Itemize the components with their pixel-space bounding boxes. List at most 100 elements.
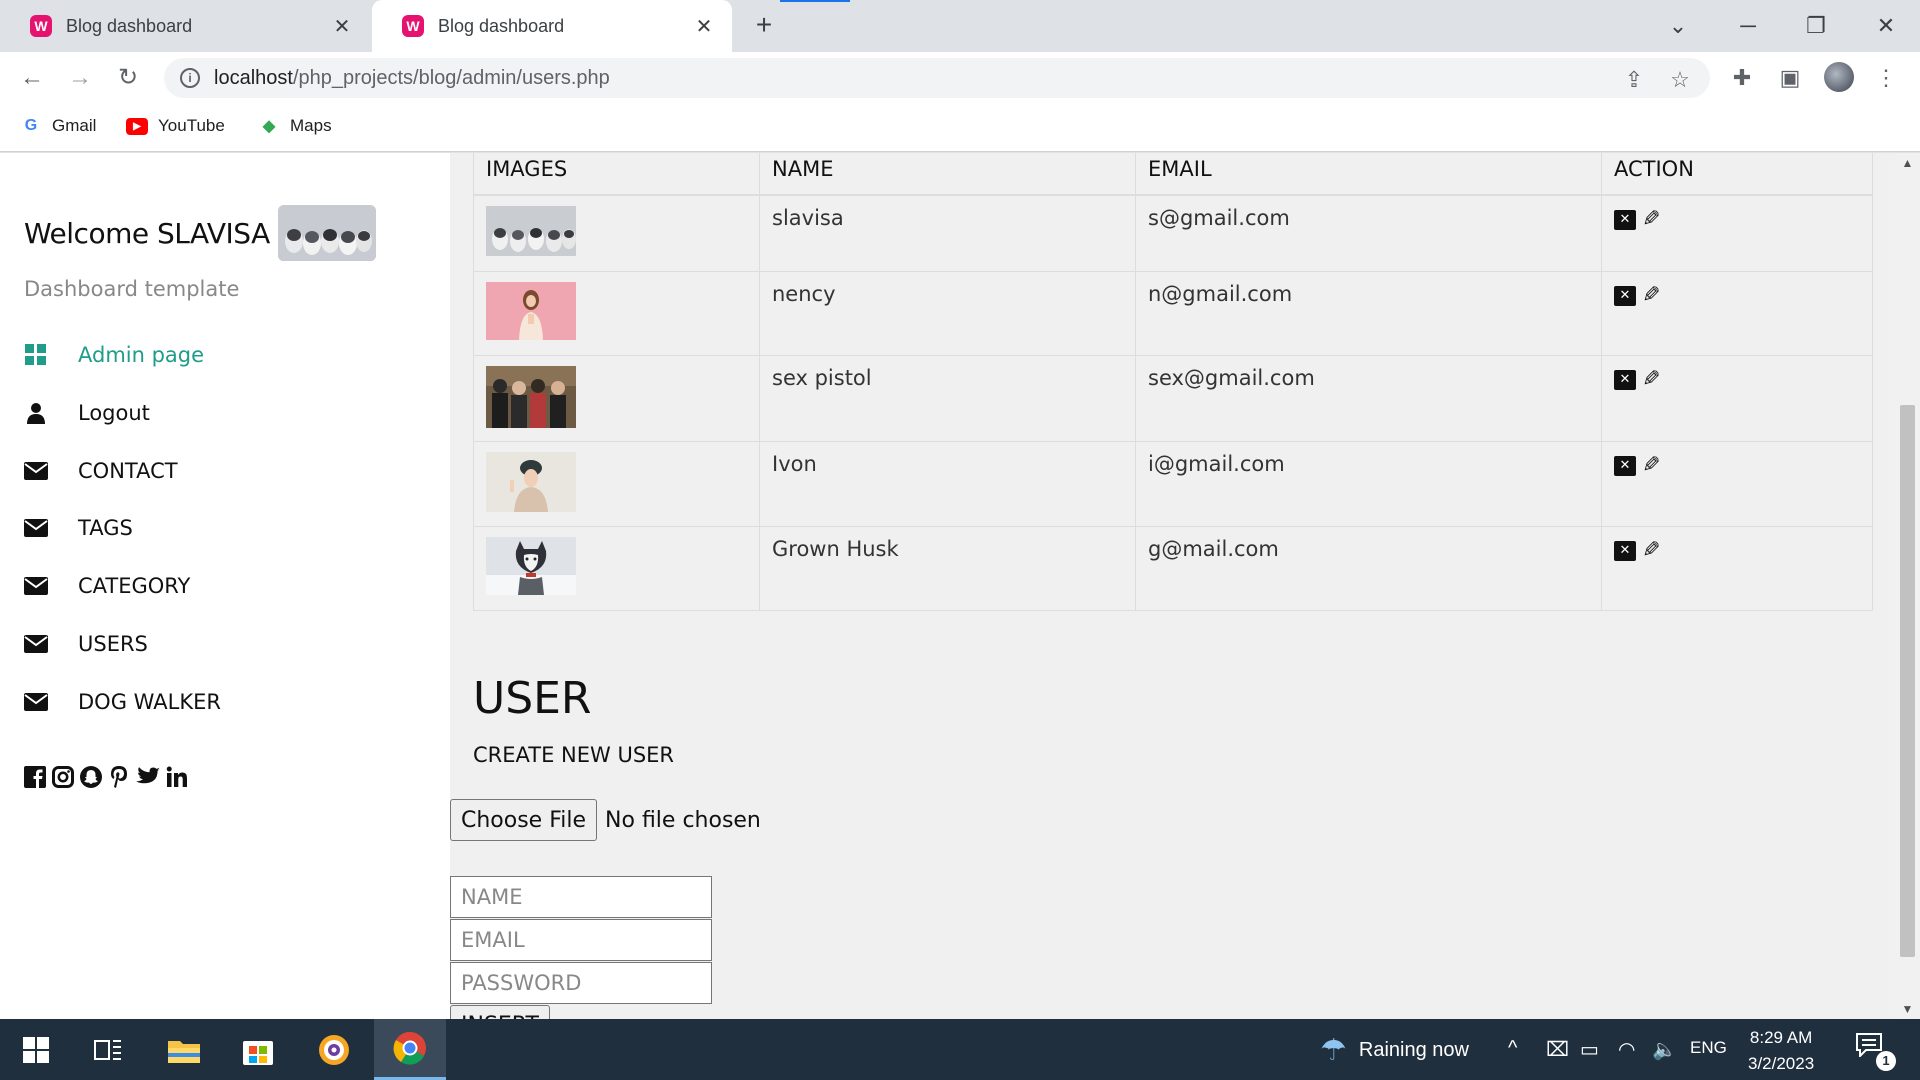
social-links [24,765,188,795]
delete-icon[interactable]: ✕ [1614,369,1636,390]
browser-app-icon[interactable] [298,1019,370,1080]
tab-title: Blog dashboard [66,15,193,36]
file-status: No file chosen [605,807,761,833]
instagram-icon[interactable] [52,766,74,794]
scroll-down-icon[interactable]: ▼ [1895,999,1920,1019]
user-name: slavisa [759,194,1136,272]
clock-time: 8:29 AM [1749,1028,1813,1047]
edit-pencil-icon[interactable]: ✎ [1642,453,1660,478]
section-subtitle: CREATE NEW USER [473,743,675,767]
tray-overflow-chevron-icon[interactable]: ^ [1508,1037,1517,1060]
column-header-name: NAME [759,153,1136,196]
user-image-cell [473,525,760,611]
restore-button[interactable]: ❐ [1796,8,1836,44]
close-tab-icon[interactable]: ✕ [330,14,354,39]
user-image-cell [473,194,760,272]
clock[interactable]: 8:29 AM 3/2/2023 [1748,1025,1814,1077]
user-name: sex pistol [759,354,1136,442]
forward-icon[interactable]: → [64,62,96,94]
wifi-icon[interactable]: ◠ [1618,1037,1635,1062]
bookmark-maps[interactable]: ◆ Maps [258,116,332,136]
tab-search-icon[interactable]: ⌄ [1658,8,1698,44]
delete-icon[interactable]: ✕ [1614,540,1636,561]
edit-pencil-icon[interactable]: ✎ [1642,367,1660,392]
delete-icon[interactable]: ✕ [1614,285,1636,306]
file-explorer-icon[interactable] [148,1019,220,1080]
user-icon [24,401,48,425]
table-header-row: IMAGES NAME EMAIL ACTION [473,153,1873,196]
email-input[interactable] [450,919,712,961]
microsoft-store-icon[interactable] [222,1019,294,1080]
sidebar-item-tags[interactable]: TAGS [24,516,133,540]
sidebar: Welcome SLAVISA Dashboard template Admin… [0,153,450,1019]
user-image-cell [473,270,760,356]
section-title: USER [473,673,592,724]
menu-dots-icon[interactable]: ⋮ [1870,62,1902,94]
side-panel-icon[interactable]: ▣ [1774,62,1806,94]
sidebar-item-category[interactable]: CATEGORY [24,574,190,598]
sidebar-item-logout[interactable]: Logout [24,401,150,425]
user-image [486,451,576,512]
chrome-app-icon[interactable] [374,1019,446,1080]
windows-start-icon[interactable] [0,1019,72,1080]
task-view-icon[interactable] [72,1019,144,1080]
choose-file-button[interactable]: Choose File [450,799,598,841]
page-scrollbar[interactable]: ▲ ▼ [1895,153,1920,1019]
sidebar-item-admin-page[interactable]: Admin page [24,343,204,367]
address-bar[interactable]: i localhost/php_projects/blog/admin/user… [164,58,1710,98]
page-content: Welcome SLAVISA Dashboard template Admin… [0,153,1920,1019]
pinterest-icon[interactable] [108,765,130,795]
user-name: nency [759,270,1136,356]
url-text: localhost/php_projects/blog/admin/users.… [214,67,610,90]
edit-pencil-icon[interactable]: ✎ [1642,283,1660,308]
close-tab-icon[interactable]: ✕ [692,14,716,39]
linkedin-icon[interactable] [166,766,188,794]
edit-pencil-icon[interactable]: ✎ [1642,538,1660,563]
user-image [486,536,576,595]
tab-blog-dashboard-2[interactable]: W Blog dashboard ✕ [372,0,732,52]
sidebar-item-users[interactable]: USERS [24,632,148,656]
share-icon[interactable]: ⇪ [1618,64,1650,96]
scroll-up-icon[interactable]: ▲ [1895,153,1920,173]
sidebar-item-dog-walker[interactable]: DOG WALKER [24,690,221,714]
edit-pencil-icon[interactable]: ✎ [1642,207,1660,232]
volume-icon[interactable]: 🔈 [1652,1037,1677,1062]
bookmark-star-icon[interactable]: ☆ [1664,64,1696,96]
twitter-icon[interactable] [136,767,160,793]
facebook-icon[interactable] [24,766,46,794]
language-indicator[interactable]: ENG [1690,1038,1727,1058]
tab-blog-dashboard-1[interactable]: W Blog dashboard ✕ [0,0,370,52]
close-window-button[interactable]: ✕ [1866,8,1906,44]
snapchat-icon[interactable] [80,766,102,794]
sidebar-item-label: TAGS [78,516,133,540]
delete-icon[interactable]: ✕ [1614,455,1636,476]
envelope-icon [24,632,48,656]
battery-icon[interactable]: ▭ [1580,1037,1599,1062]
password-input[interactable] [450,962,712,1004]
new-tab-button[interactable]: + [748,10,780,42]
notification-count-badge: 1 [1876,1051,1896,1071]
back-icon[interactable]: ← [16,62,48,94]
extensions-icon[interactable]: ✚ [1726,62,1758,94]
reload-icon[interactable]: ↻ [112,62,144,94]
delete-icon[interactable]: ✕ [1614,210,1636,230]
bookmark-label: Gmail [52,116,97,135]
welcome-header: Welcome SLAVISA [24,205,376,261]
bookmark-youtube[interactable]: ▶ YouTube [126,116,225,136]
users-table: IMAGES NAME EMAIL ACTION slavisa s@gmail… [473,153,1873,611]
url-path: /php_projects/blog/admin/users.php [292,66,610,89]
minimize-button[interactable]: ─ [1728,8,1768,44]
scroll-thumb[interactable] [1900,405,1915,957]
bookmark-gmail[interactable]: G Gmail [20,116,97,136]
name-input[interactable] [450,876,712,918]
profile-avatar[interactable] [1824,62,1854,92]
user-email: sex@gmail.com [1135,354,1602,442]
user-name: Ivon [759,440,1136,527]
meet-now-icon[interactable]: ⌧ [1546,1037,1569,1062]
google-icon: G [24,117,38,134]
sidebar-item-label: Logout [78,401,150,425]
weather-widget[interactable]: ☂ Raining now [1320,1033,1469,1068]
sidebar-item-contact[interactable]: CONTACT [24,459,178,483]
insert-button[interactable]: INSERT [450,1005,550,1019]
site-info-icon[interactable]: i [180,68,200,88]
